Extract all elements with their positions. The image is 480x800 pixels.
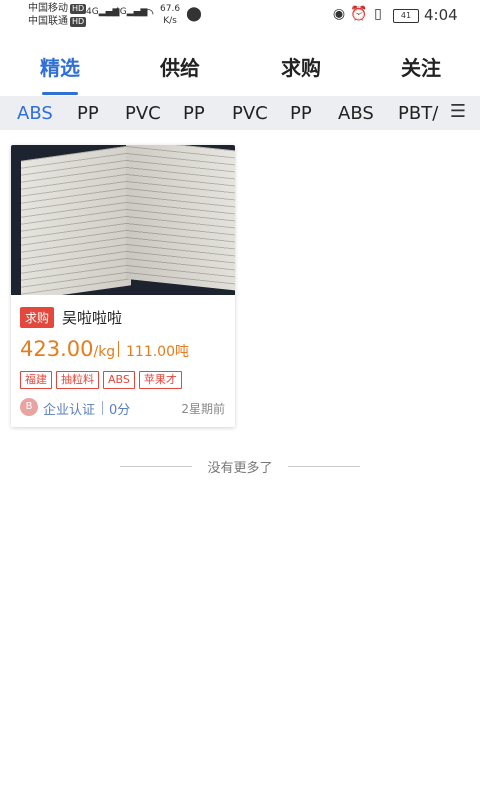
menu-icon[interactable]: ☰ xyxy=(448,101,468,122)
battery-level: 41 xyxy=(400,11,412,20)
tag-form: 抽粒料 xyxy=(56,371,99,389)
hd-badge-2: HD xyxy=(70,17,87,27)
tab-purchase[interactable]: 求购 xyxy=(261,52,341,81)
divider-left xyxy=(120,466,192,467)
listing-quantity: 111.00吨 xyxy=(126,344,189,360)
speed-unit: K/s xyxy=(163,16,177,26)
category-item[interactable]: ABS xyxy=(338,103,374,124)
hd-badge-1: HD xyxy=(70,4,87,14)
no-more-message: 没有更多了 xyxy=(207,461,273,476)
network-speed: 67.6 K/s xyxy=(160,3,180,27)
listing-tags: 福建 抽粒料 ABS 苹果才 xyxy=(20,368,186,389)
eye-comfort-icon: ◉ xyxy=(332,6,346,22)
purchase-badge: 求购 xyxy=(20,307,55,328)
qq-notification-icon: ⬤ xyxy=(186,6,202,22)
category-item[interactable]: PVC xyxy=(125,103,161,124)
listing-price: 423.00/kg xyxy=(20,337,115,361)
listing-image xyxy=(11,145,235,295)
certification-label: 企业认证 xyxy=(43,403,96,418)
score-label: 0分 xyxy=(109,403,131,418)
meta-divider xyxy=(102,401,103,415)
carrier-1: 中国移动 xyxy=(28,3,68,14)
price-divider xyxy=(118,341,119,357)
category-item[interactable]: PP xyxy=(77,103,99,124)
listing-title: 吴啦啦啦 xyxy=(62,309,123,327)
divider-right xyxy=(288,466,360,467)
book-page-right xyxy=(126,145,235,292)
tab-supply[interactable]: 供给 xyxy=(140,52,220,81)
network-type-2: 4G xyxy=(114,7,127,17)
status-bar: 中国移动 HD 中国联通 HD 4G▂▄▆ 4G▂▄▆ ◠ 67.6 K/s ⬤ ◉… xyxy=(0,0,480,34)
alarm-icon: ⏰ xyxy=(350,6,368,22)
posted-time: 2星期前 xyxy=(181,402,225,416)
tab-featured[interactable]: 精选 xyxy=(20,52,100,81)
active-tab-indicator xyxy=(42,92,78,95)
carrier-2: 中国联通 xyxy=(28,16,68,27)
speed-value: 67.6 xyxy=(160,4,181,14)
listing-card[interactable]: 求购 吴啦啦啦 423.00/kg 111.00吨 福建 抽粒料 ABS 苹果才 B … xyxy=(11,145,235,427)
category-item[interactable]: PP xyxy=(183,103,205,124)
tab-follow[interactable]: 关注 xyxy=(381,52,461,81)
tag-region: 福建 xyxy=(20,371,52,389)
tag-material: ABS xyxy=(103,371,135,389)
clock: 4:04 xyxy=(424,6,458,24)
price-value: 423.00 xyxy=(20,337,94,361)
category-item[interactable]: PP xyxy=(290,103,312,124)
avatar: B xyxy=(20,398,38,416)
carrier-info: 中国移动 HD 中国联通 HD xyxy=(28,2,87,28)
top-tabs: 精选 供给 求购 关注 xyxy=(0,34,480,95)
category-item[interactable]: ABS xyxy=(17,103,53,124)
tag-brand: 苹果才 xyxy=(138,371,182,389)
category-item[interactable]: PVC xyxy=(232,103,268,124)
network-type-1: 4G xyxy=(86,7,99,17)
wifi-icon: ◠ xyxy=(141,6,155,22)
vibrate-icon: ▯ xyxy=(374,6,382,22)
battery-icon: 41 xyxy=(393,9,419,23)
category-item[interactable]: PBT/ xyxy=(398,103,438,124)
book-page-left xyxy=(21,145,131,295)
category-bar: ABS PP PVC PP PVC PP ABS PBT/ ☰ xyxy=(0,96,480,130)
price-unit: /kg xyxy=(93,344,116,360)
